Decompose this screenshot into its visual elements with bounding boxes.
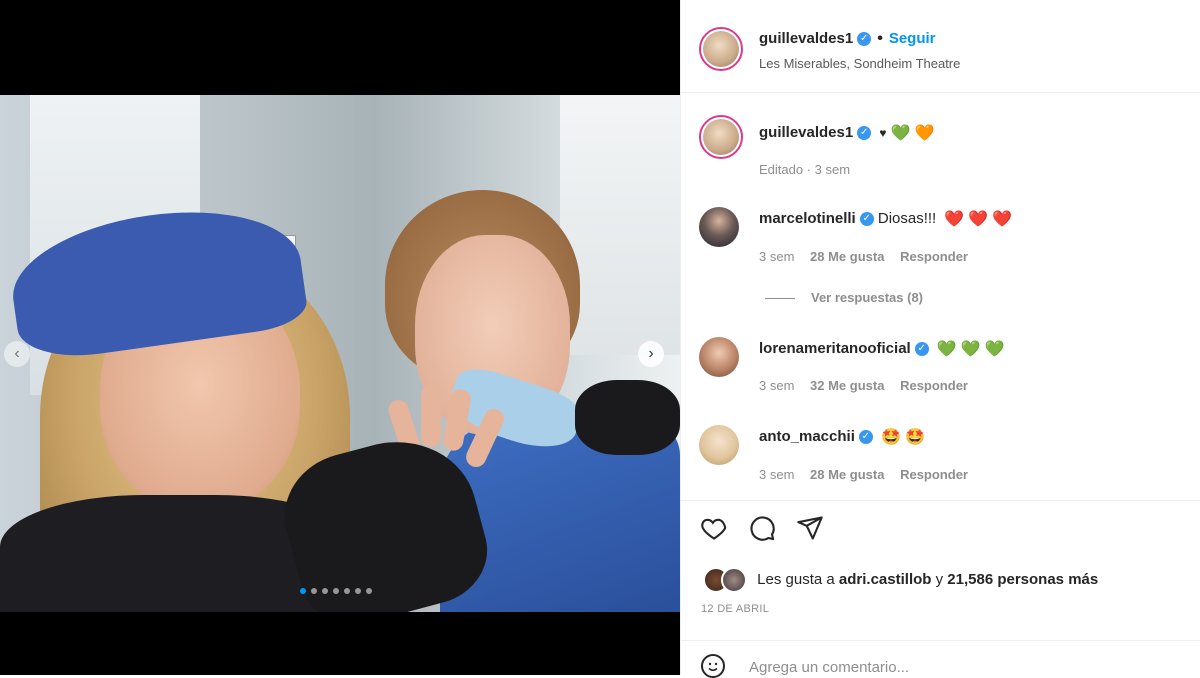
comment-line: marcelotinelli ✓ Diosas!!! ❤️ ❤️ ❤️	[759, 209, 1012, 229]
post-side-panel: guillevaldes1 ✓ • Seguir Les Miserables, So…	[680, 0, 1200, 678]
post-photo[interactable]	[0, 95, 680, 612]
carousel-dot	[311, 588, 317, 594]
caption-heart-black: ♥	[879, 126, 887, 140]
comment-likes[interactable]: 28 Me gusta	[810, 249, 884, 264]
verified-icon: ✓	[858, 430, 873, 444]
comment-likes[interactable]: 28 Me gusta	[810, 467, 884, 482]
likes-user[interactable]: adri.castillob	[839, 571, 932, 588]
photo-glove-right	[575, 380, 680, 455]
author-username[interactable]: guillevaldes1	[759, 30, 853, 47]
carousel-dots	[300, 588, 372, 594]
comment-emoji: ❤️	[992, 211, 1013, 228]
comment-line: lorenameritanooficial ✓ 💚 💚 💚	[759, 339, 1005, 359]
likes-prefix: Les gusta a	[757, 570, 835, 588]
comment-time[interactable]: 3 sem	[759, 467, 794, 482]
prev-arrow-icon[interactable]: ‹	[4, 341, 30, 367]
comment-line: anto_macchii ✓ 🤩 🤩	[759, 427, 925, 447]
comment-emoji: 💚	[960, 341, 981, 358]
verified-icon: ✓	[857, 31, 872, 46]
comment-likes[interactable]: 32 Me gusta	[810, 378, 884, 393]
likes-summary[interactable]: Les gusta a adri.castillob y 21,586 pers…	[703, 567, 1098, 593]
comment-meta: 3 sem 28 Me gusta Responder	[759, 467, 980, 482]
comment-emoji: 💚	[984, 341, 1005, 358]
replies-line	[765, 298, 795, 300]
likes-middle: y	[935, 570, 944, 588]
comment-emoji: ❤️	[944, 211, 965, 228]
verified-icon: ✓	[859, 212, 874, 226]
commenter-avatar[interactable]	[699, 207, 739, 247]
view-replies-button[interactable]: Ver respuestas (8)	[765, 290, 923, 305]
comment-emoji: ❤️	[968, 211, 989, 228]
caption-heart-green: 💚	[890, 125, 911, 142]
header-separator: •	[877, 30, 883, 47]
follow-button[interactable]: Seguir	[889, 30, 936, 47]
author-line: guillevaldes1 ✓ • Seguir	[759, 30, 936, 48]
comment-icon[interactable]	[747, 514, 777, 544]
post-date[interactable]: 12 DE ABRIL	[701, 603, 769, 615]
commenter-username[interactable]: marcelotinelli	[759, 210, 856, 227]
verified-icon: ✓	[857, 126, 872, 140]
comment-meta: 3 sem 32 Me gusta Responder	[759, 378, 980, 393]
comment-meta: 3 sem 28 Me gusta Responder	[759, 249, 980, 264]
caption-heart-orange: 🧡	[914, 125, 935, 142]
comment-emoji: 🤩	[881, 429, 901, 446]
comment-input[interactable]	[747, 658, 1151, 677]
reply-button[interactable]: Responder	[900, 249, 968, 264]
comment-time[interactable]: 3 sem	[759, 249, 794, 264]
carousel-dot	[333, 588, 339, 594]
post-location[interactable]: Les Miserables, Sondheim Theatre	[759, 56, 960, 71]
liker-avatar	[721, 567, 747, 593]
carousel-dot	[344, 588, 350, 594]
post-header: guillevaldes1 ✓ • Seguir Les Miserables, So…	[681, 0, 1200, 93]
caption-username[interactable]: guillevaldes1	[759, 124, 853, 141]
carousel-dot	[322, 588, 328, 594]
comment-emoji: 🤩	[904, 429, 925, 446]
reply-button[interactable]: Responder	[900, 378, 968, 393]
like-icon[interactable]	[699, 514, 729, 544]
caption-line: guillevaldes1 ✓ ♥ 💚 🧡	[759, 123, 934, 143]
media-viewer: ‹ ›	[0, 0, 680, 675]
likes-text: Les gusta a adri.castillob y 21,586 pers…	[757, 571, 1098, 588]
carousel-dot	[355, 588, 361, 594]
verified-icon: ✓	[914, 342, 929, 356]
comment-time[interactable]: 3 sem	[759, 378, 794, 393]
comment-text: Diosas!!!	[877, 209, 937, 227]
caption-avatar[interactable]	[699, 115, 743, 159]
caption-meta: Editado · 3 sem	[759, 162, 851, 177]
reply-button[interactable]: Responder	[900, 467, 968, 482]
commenter-username[interactable]: lorenameritanooficial	[759, 340, 911, 357]
carousel-dot	[366, 588, 372, 594]
commenter-avatar[interactable]	[699, 337, 739, 377]
carousel-dot	[300, 588, 306, 594]
commenter-username[interactable]: anto_macchii	[759, 428, 855, 445]
emoji-icon[interactable]	[701, 654, 725, 678]
likes-count[interactable]: 21,586 personas más	[947, 571, 1098, 588]
comment-emoji: 💚	[936, 341, 957, 358]
commenter-avatar[interactable]	[699, 425, 739, 465]
next-arrow-icon[interactable]: ›	[638, 341, 664, 367]
author-avatar[interactable]	[699, 27, 743, 71]
view-replies-label: Ver respuestas (8)	[811, 290, 924, 305]
share-icon[interactable]	[795, 514, 825, 544]
